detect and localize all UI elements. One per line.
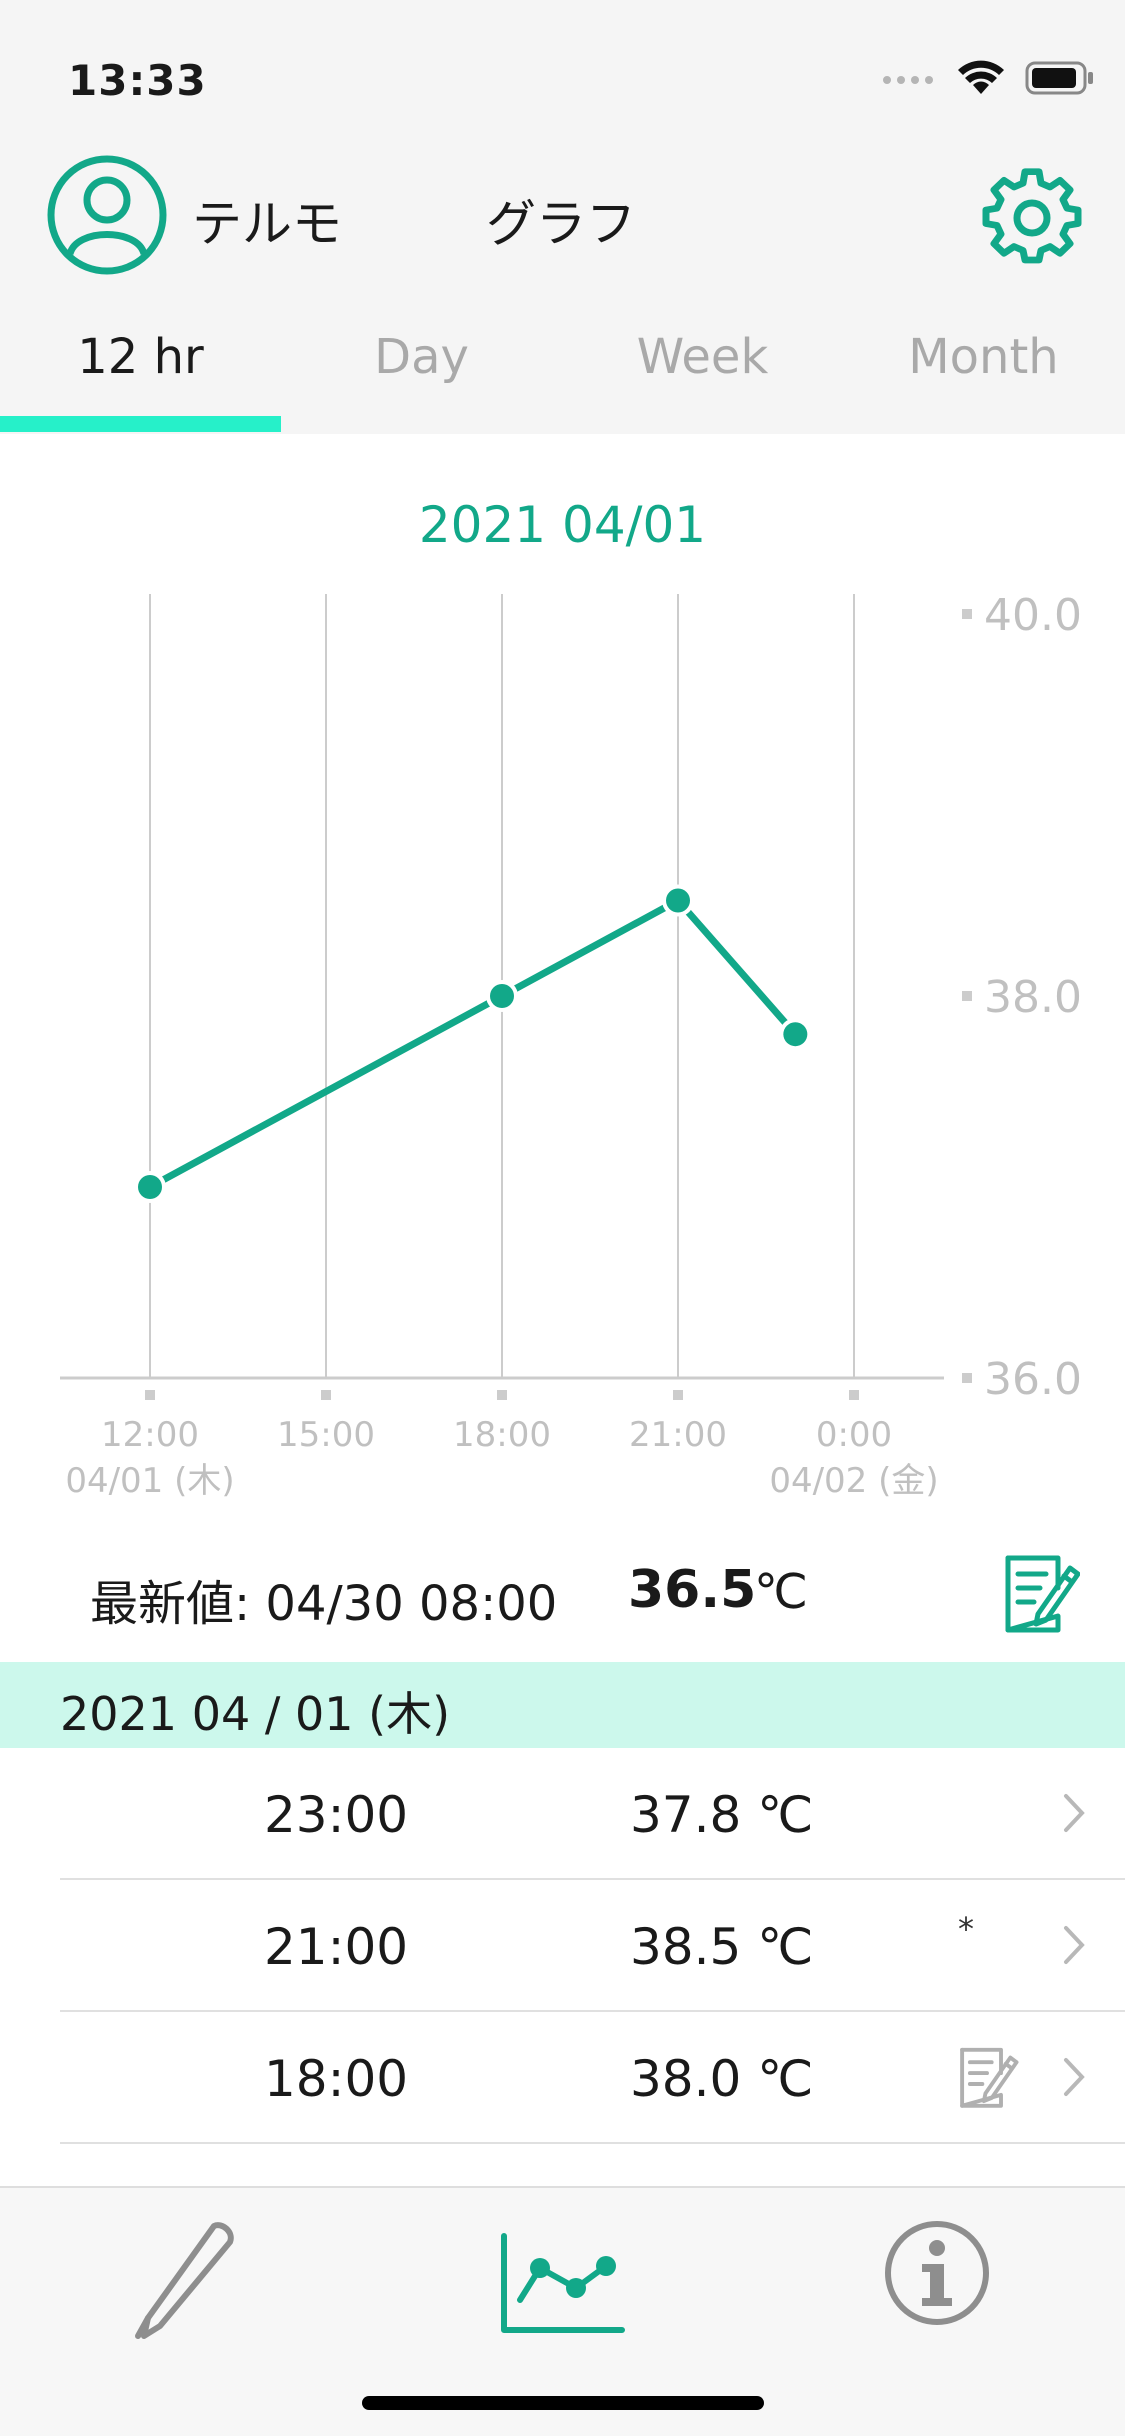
x-tick-mark [321,1390,331,1400]
list-item[interactable]: 21:00 38.5 ℃ * [60,1880,1125,2012]
x-tick-date: 04/01 (木) [65,1461,234,1501]
y-tick-mark [962,609,972,619]
latest-label: 最新値: 04/30 08:00 [90,1576,558,1632]
latest-unit: ℃ [754,1564,808,1620]
tab-month[interactable]: Month [843,290,1124,434]
x-tick-label: 12:00 [101,1415,199,1455]
battery-icon [1025,61,1093,95]
temperature-chart: 12:00 04/01 (木) 15:00 18:00 21:00 0:00 04/02 (… [60,590,1082,1501]
list-date-header: 2021 04 / 01 (木) [0,1662,1125,1748]
chevron-right-icon [1064,1926,1085,1964]
series-line [148,897,798,1191]
status-time: 13:33 [68,56,207,105]
data-point [490,984,514,1008]
note-icon [960,2047,1019,2108]
x-tick-label: 15:00 [277,1415,375,1455]
info-icon[interactable] [882,2218,992,2328]
avatar-icon[interactable] [46,154,168,276]
x-tick-mark [145,1390,155,1400]
list-item[interactable]: 23:00 37.8 ℃ [60,1748,1125,1880]
home-indicator [362,2396,764,2410]
edit-note-icon[interactable] [1000,1548,1080,1638]
row-time: 21:00 [264,1918,409,1976]
x-tick-mark [673,1390,683,1400]
tab-indicator [0,416,281,432]
chart-area: 2021 04/01 12:00 04/01 (木) 15:00 18:00 21:00… [0,434,1125,1534]
y-tick-mark [962,1373,972,1383]
wifi-icon [958,60,1004,94]
x-tick-mark [849,1390,859,1400]
row-time: 23:00 [264,1786,409,1844]
list-item[interactable]: 18:00 38.0 ℃ [60,2012,1125,2144]
y-tick-mark [962,991,972,1001]
app-header: テルモ グラフ [0,140,1125,290]
y-tick-label: 40.0 [984,590,1082,641]
period-tabs: 12 hr Day Week Month [0,290,1125,434]
data-point [666,888,690,913]
user-name[interactable]: テルモ [192,184,342,256]
thermometer-icon[interactable] [126,2218,246,2348]
status-icons [881,60,1095,96]
tab-day[interactable]: Day [281,290,562,434]
latest-reading: 最新値: 04/30 08:00 36.5 ℃ [0,1530,1125,1660]
chevron-right-icon [1064,1794,1085,1832]
reading-list: 23:00 37.8 ℃ 21:00 38.5 ℃ * 18:00 38.0 ℃ [0,1748,1125,2144]
data-point [138,1175,162,1199]
status-bar: 13:33 [0,0,1125,140]
x-tick-label: 0:00 [816,1415,892,1455]
y-tick-label: 38.0 [984,972,1082,1023]
row-mark: * [958,1910,974,1948]
x-tick-mark [497,1390,507,1400]
row-temp: 38.0 ℃ [630,2050,814,2108]
y-tick-label: 36.0 [984,1354,1082,1405]
chevron-right-icon [1064,2058,1085,2096]
x-tick-date: 04/02 (金) [769,1461,938,1501]
tab-week[interactable]: Week [562,290,843,434]
graph-icon[interactable] [498,2218,628,2348]
latest-value: 36.5 [628,1560,757,1620]
row-temp: 38.5 ℃ [630,1918,814,1976]
gear-icon[interactable] [982,168,1082,268]
data-point [783,1022,808,1047]
row-time: 18:00 [264,2050,409,2108]
x-tick-label: 21:00 [629,1415,727,1455]
x-tick-label: 18:00 [453,1415,551,1455]
tab-12hr[interactable]: 12 hr [0,290,281,434]
signal-icon [883,76,933,84]
row-temp: 37.8 ℃ [630,1786,814,1844]
page-title: グラフ [486,195,636,253]
list-date: 2021 04 / 01 (木) [60,1687,451,1741]
